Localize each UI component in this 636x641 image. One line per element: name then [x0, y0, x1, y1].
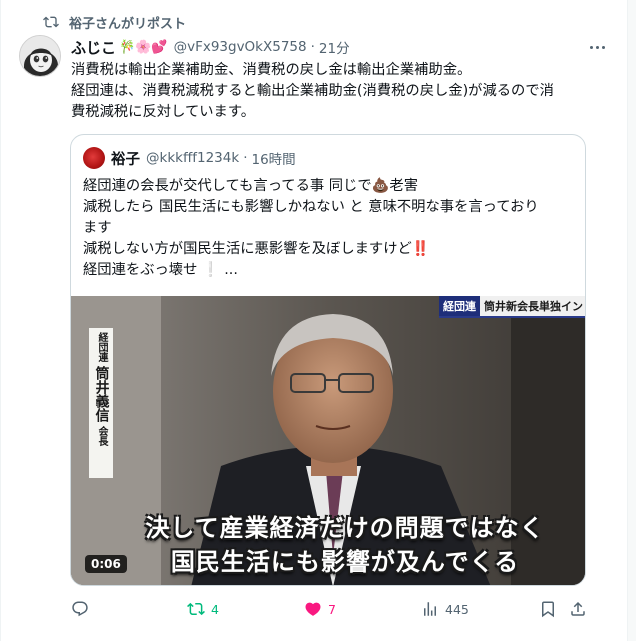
views-button[interactable]: 445: [421, 598, 469, 620]
repost-indicator[interactable]: 裕子さんがリポスト: [43, 12, 186, 32]
quote-text: 経団連の会長が交代しても言ってる事 同じで💩老害 減税したら 国民生活にも影響し…: [83, 176, 578, 281]
timestamp[interactable]: 21分: [319, 37, 350, 57]
action-bar: 4 7 445: [71, 598, 587, 620]
video-duration: 0:06: [85, 555, 127, 573]
share-icon: [571, 601, 585, 616]
quote-text-line: 経団連をぶっ壊せ ❕ ...: [83, 262, 238, 278]
quote-text-line: 減税したら 国民生活にも影響しかねない と 意味不明な事を言っており: [83, 199, 539, 215]
like-count: 7: [328, 601, 336, 617]
scrollbar[interactable]: [628, 0, 636, 641]
quote-tweet[interactable]: 裕子 @kkkfff1234k · 16時間 経団連の会長が交代しても言ってる事…: [70, 134, 586, 586]
name-placard: 経団連 筒井義信 会長: [89, 328, 113, 478]
quote-header: 裕子 @kkkfff1234k · 16時間: [83, 147, 296, 169]
bookmark-icon: [542, 601, 554, 618]
heart-icon: [305, 602, 321, 616]
video-caption-line: 決して産業経済だけの問題ではなく: [145, 514, 545, 542]
quote-text-line: ます: [83, 220, 112, 236]
views-count: 445: [445, 601, 469, 617]
quote-timestamp: 16時間: [251, 152, 296, 168]
quote-avatar[interactable]: [83, 147, 105, 169]
more-icon[interactable]: [587, 40, 607, 54]
repost-icon: [43, 14, 59, 30]
tweet-text: 消費税は輸出企業補助金、消費税の戻し金は輸出企業補助金。 経団連は、消費税減税す…: [71, 60, 611, 123]
share-button[interactable]: [569, 598, 587, 620]
separator: ·: [310, 39, 315, 55]
tweet-text-line: 経団連は、消費税減税すると輸出企業補助金(消費税の戻し金)が減るので消: [71, 83, 554, 99]
reply-button[interactable]: [71, 598, 95, 620]
tweet[interactable]: 裕子さんがリポスト ふじこ 🎋🌸💕 @vFx93gvOkX5758 · 21分 …: [1, 0, 627, 641]
banner-text: 筒井新会長単独イン: [484, 300, 583, 313]
tweet-text-line: 消費税は輸出企業補助金、消費税の戻し金は輸出企業補助金。: [71, 62, 472, 78]
quote-handle: @kkkfff1234k: [146, 150, 240, 166]
views-icon: [424, 602, 436, 616]
tweet-text-line: 費税減税に反対しています。: [71, 104, 255, 120]
placard-org: 経団連: [96, 332, 107, 362]
placard-title: 会長: [96, 426, 107, 446]
repost-button[interactable]: 4: [187, 598, 219, 620]
bookmark-button[interactable]: [539, 598, 557, 620]
quote-text-line: 経団連の会長が交代しても言ってる事 同じで💩老害: [83, 178, 419, 194]
repost-count: 4: [211, 601, 219, 617]
tweet-header: ふじこ 🎋🌸💕 @vFx93gvOkX5758 · 21分: [71, 36, 613, 58]
repost-icon: [187, 602, 205, 616]
like-button[interactable]: 7: [304, 598, 336, 620]
quote-text-line: 減税しない方が国民生活に悪影響を及ぼしますけど‼️: [83, 241, 430, 257]
news-banner: 経団連 筒井新会長単独イン: [439, 296, 585, 318]
reply-icon: [72, 601, 88, 617]
video-caption-line: 国民生活にも影響が及んでくる: [170, 548, 520, 576]
banner-tag: 経団連: [439, 296, 480, 316]
avatar[interactable]: [19, 35, 61, 77]
display-name[interactable]: ふじこ: [71, 37, 116, 58]
user-handle[interactable]: @vFx93gvOkX5758: [174, 39, 307, 55]
separator: ·: [243, 150, 248, 166]
repost-label: 裕子さんがリポスト: [69, 16, 187, 32]
quote-display-name: 裕子: [111, 151, 140, 168]
placard-name: 筒井義信: [93, 366, 110, 422]
video-player[interactable]: 経団連 筒井新会長単独イン 経団連 筒井義信 会長 決して産業経済だけの問題では…: [71, 296, 585, 585]
name-emoji: 🎋🌸💕: [119, 39, 168, 55]
